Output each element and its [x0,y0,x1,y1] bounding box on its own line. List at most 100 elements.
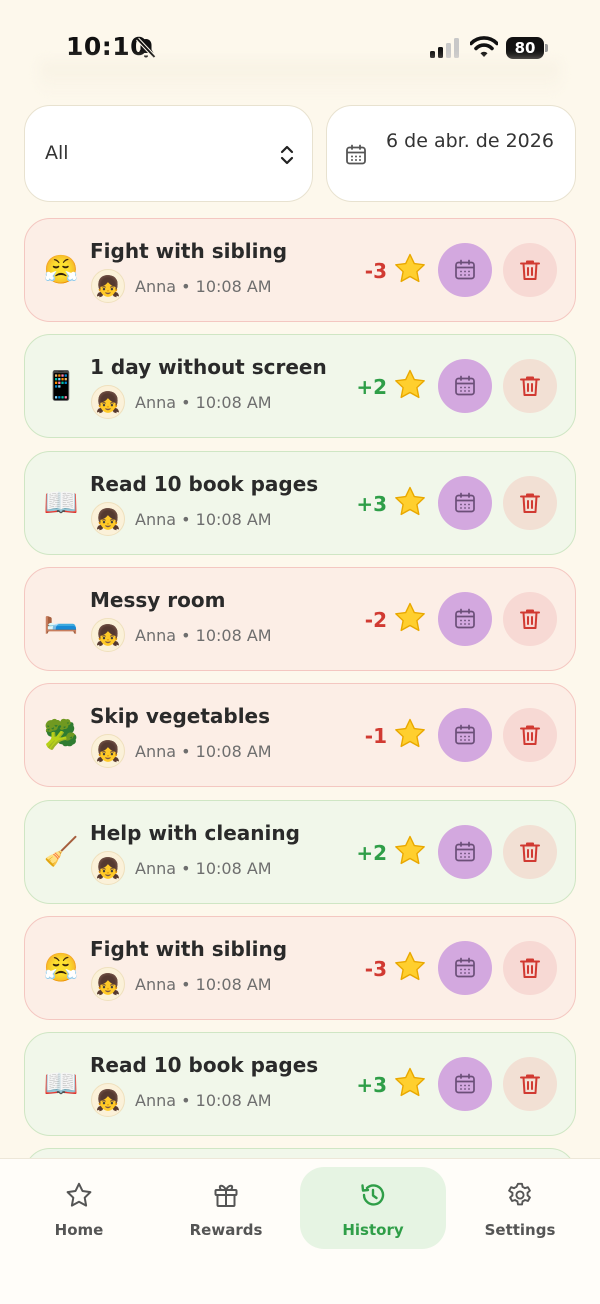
change-date-button[interactable] [438,359,492,413]
entry-points: -2 [364,608,387,632]
bottom-navigation: Home Rewards History Settings [0,1158,600,1304]
entry-title: Help with cleaning [90,821,300,845]
trash-icon [520,1074,540,1094]
avatar: 👧 [91,269,125,303]
trash-icon [520,725,540,745]
entry-time: 10:08 AM [195,277,272,296]
entry-points: +2 [356,375,387,399]
calendar-icon [455,492,475,513]
change-date-button[interactable] [438,1057,492,1111]
activity-emoji-icon: 🧹 [43,835,79,868]
entry-time: 10:08 AM [195,510,272,529]
calendar-icon [455,608,475,629]
history-entry[interactable]: 📖 Read 10 book pages 👧 Anna • 10:08 AM +… [24,451,576,555]
nav-settings-label: Settings [484,1221,556,1239]
entry-member: Anna [135,975,177,994]
avatar: 👧 [91,967,125,1001]
avatar: 👧 [91,385,125,419]
entry-points: +2 [356,841,387,865]
gear-icon [508,1182,531,1206]
entry-time: 10:08 AM [195,626,272,645]
entry-points: -3 [364,957,387,981]
entry-meta: Anna • 10:08 AM [135,510,272,529]
activity-emoji-icon: 😤 [43,253,79,286]
entry-meta: Anna • 10:08 AM [135,859,272,878]
change-date-button[interactable] [438,243,492,297]
entry-member: Anna [135,742,177,761]
nav-settings[interactable]: Settings [447,1167,593,1249]
change-date-button[interactable] [438,825,492,879]
history-list[interactable]: 😤 Fight with sibling 👧 Anna • 10:08 AM -… [0,0,600,1160]
history-entry[interactable]: 📖 Read 10 book pages 👧 Anna • 10:08 AM +… [24,1032,576,1136]
delete-entry-button[interactable] [503,825,557,879]
trash-icon [520,958,540,978]
entry-member: Anna [135,859,177,878]
star-icon [395,369,425,399]
calendar-icon [455,724,475,745]
star-icon [395,951,425,981]
entry-member: Anna [135,393,177,412]
trash-icon [520,376,540,396]
entry-member: Anna [135,510,177,529]
avatar: 👧 [91,1083,125,1117]
delete-entry-button[interactable] [503,592,557,646]
star-icon [395,602,425,632]
activity-emoji-icon: 📖 [43,1067,79,1100]
entry-meta: Anna • 10:08 AM [135,393,272,412]
delete-entry-button[interactable] [503,359,557,413]
entry-time: 10:08 AM [195,742,272,761]
history-entry[interactable]: 🥦 Skip vegetables 👧 Anna • 10:08 AM -1 [24,683,576,787]
history-entry[interactable]: 🧹 Help with cleaning 👧 Anna • 10:08 AM +… [24,800,576,904]
entry-title: Fight with sibling [90,239,288,263]
star-icon [395,486,425,516]
entry-title: Read 10 book pages [90,1053,319,1077]
avatar: 👧 [91,734,125,768]
history-entry[interactable]: 😤 Fight with sibling 👧 Anna • 10:08 AM -… [24,916,576,1020]
delete-entry-button[interactable] [503,1057,557,1111]
trash-icon [520,609,540,629]
delete-entry-button[interactable] [503,941,557,995]
entry-time: 10:08 AM [195,1091,272,1110]
star-icon [395,718,425,748]
entry-title: Read 10 book pages [90,472,319,496]
avatar: 👧 [91,618,125,652]
change-date-button[interactable] [438,708,492,762]
delete-entry-button[interactable] [503,476,557,530]
history-icon [361,1184,385,1206]
entry-points: -3 [364,259,387,283]
entry-time: 10:08 AM [195,975,272,994]
entry-meta: Anna • 10:08 AM [135,975,272,994]
entry-member: Anna [135,1091,177,1110]
activity-emoji-icon: 🛏️ [43,602,79,635]
activity-emoji-icon: 🥦 [43,718,79,751]
history-entry[interactable]: 🛏️ Messy room 👧 Anna • 10:08 AM -2 [24,567,576,671]
delete-entry-button[interactable] [503,243,557,297]
avatar: 👧 [91,851,125,885]
star-icon [395,1067,425,1097]
change-date-button[interactable] [438,592,492,646]
nav-rewards[interactable]: Rewards [153,1167,299,1249]
entry-time: 10:08 AM [195,393,272,412]
history-entry[interactable]: 📱 1 day without screen 👧 Anna • 10:08 AM… [24,334,576,438]
history-entry[interactable]: 😤 Fight with sibling 👧 Anna • 10:08 AM -… [24,218,576,322]
star-icon [395,835,425,865]
delete-entry-button[interactable] [503,708,557,762]
activity-emoji-icon: 📱 [43,369,79,402]
change-date-button[interactable] [438,941,492,995]
entry-points: +3 [356,492,387,516]
nav-history[interactable]: History [300,1167,446,1249]
nav-history-label: History [342,1221,404,1239]
trash-icon [520,260,540,280]
entry-title: Messy room [90,588,226,612]
entry-meta: Anna • 10:08 AM [135,742,272,761]
calendar-icon [455,375,475,396]
entry-meta: Anna • 10:08 AM [135,1091,272,1110]
entry-member: Anna [135,277,177,296]
change-date-button[interactable] [438,476,492,530]
nav-home[interactable]: Home [6,1167,152,1249]
entry-title: Skip vegetables [90,704,271,728]
entry-points: -1 [364,724,387,748]
activity-emoji-icon: 😤 [43,951,79,984]
entry-time: 10:08 AM [195,859,272,878]
entry-member: Anna [135,626,177,645]
